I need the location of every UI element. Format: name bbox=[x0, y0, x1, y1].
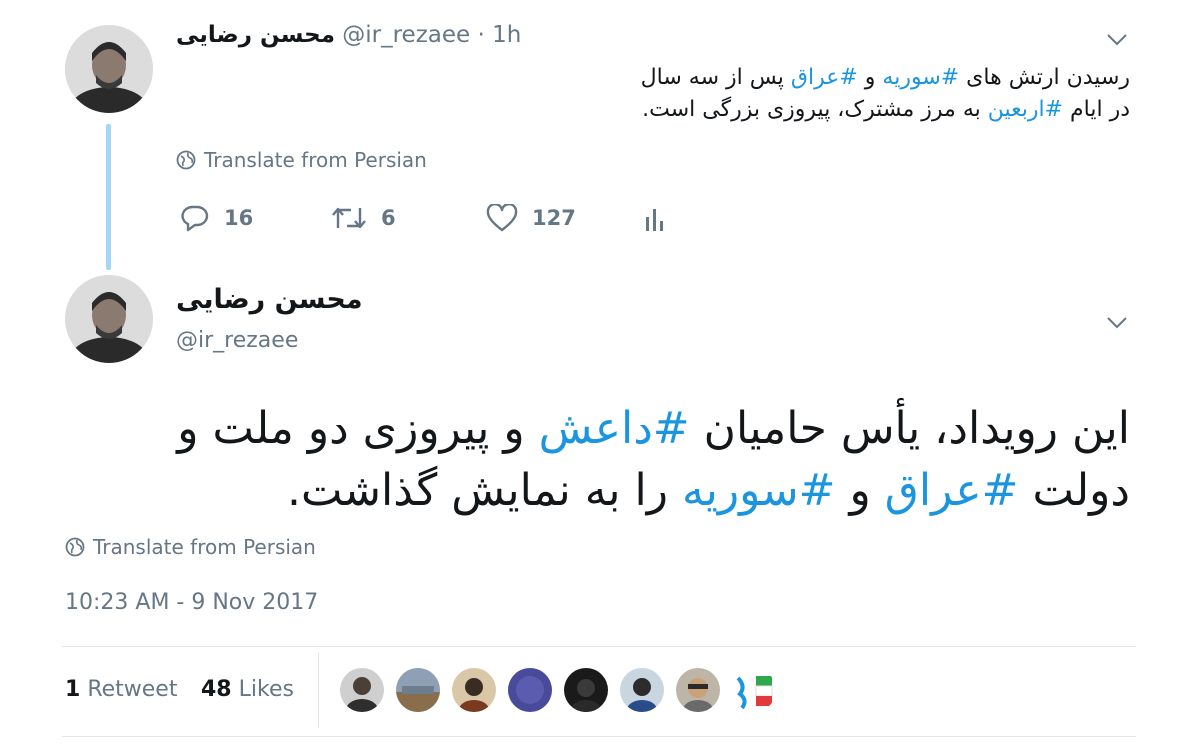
liker-avatar[interactable] bbox=[452, 668, 496, 712]
translate-link-main[interactable]: Translate from Persian bbox=[65, 535, 316, 559]
liker-avatar[interactable] bbox=[676, 668, 720, 712]
globe-icon bbox=[65, 537, 85, 557]
reply-button[interactable]: 16 bbox=[180, 204, 253, 232]
divider-bottom bbox=[62, 736, 1136, 737]
retweet-count: 6 bbox=[381, 206, 396, 230]
tweet-time[interactable]: 1h bbox=[492, 22, 521, 48]
main-tweet-text: این رویداد، یأس حامیان #داعش و پیروزی دو… bbox=[80, 398, 1130, 522]
liker-avatar[interactable] bbox=[340, 668, 384, 712]
retweet-button[interactable]: 6 bbox=[331, 204, 396, 232]
divider-top bbox=[62, 646, 1136, 647]
tweet-text-segment: رسیدن ارتش های bbox=[959, 65, 1130, 90]
tweet-text-segment: و bbox=[857, 65, 883, 90]
tweet-text-segment: به مرز مشترک، پیروزی بزرگی است. bbox=[642, 97, 988, 122]
translate-label: Translate from Persian bbox=[93, 535, 316, 559]
like-button[interactable]: 127 bbox=[486, 204, 576, 232]
author-handle-main[interactable]: @ir_rezaee bbox=[176, 328, 298, 353]
translate-label: Translate from Persian bbox=[204, 148, 427, 172]
hashtag-link[interactable]: #اربعین bbox=[988, 97, 1063, 122]
liker-avatar[interactable] bbox=[396, 668, 440, 712]
liker-avatar[interactable] bbox=[508, 668, 552, 712]
reply-count: 16 bbox=[224, 206, 254, 230]
author-name[interactable]: محسن رضایی bbox=[176, 22, 335, 48]
author-avatar[interactable] bbox=[65, 25, 153, 113]
likes-stat-count: 48 bbox=[201, 677, 232, 702]
stats-separator bbox=[318, 652, 319, 728]
retweet-icon bbox=[332, 207, 366, 229]
like-count: 127 bbox=[532, 206, 576, 230]
globe-icon bbox=[176, 150, 196, 170]
hashtag-link[interactable]: #سوریه bbox=[882, 65, 959, 90]
heart-icon bbox=[486, 204, 518, 232]
tweet-text-segment: این رویداد، یأس حامیان bbox=[689, 403, 1130, 454]
reply-icon bbox=[181, 205, 209, 232]
tweet-timestamp[interactable]: 10:23 AM - 9 Nov 2017 bbox=[65, 590, 318, 615]
reply-tweet-text: رسیدن ارتش های #سوریه و #عراق پس از سه س… bbox=[620, 62, 1130, 126]
author-name-main[interactable]: محسن رضایی bbox=[176, 284, 376, 315]
tweet-text-segment: را به نمایش گذاشت. bbox=[286, 465, 682, 516]
chevron-down-icon[interactable] bbox=[1106, 33, 1128, 47]
likes-stat-label: Likes bbox=[238, 677, 294, 702]
separator-dot: · bbox=[477, 22, 485, 48]
analytics-icon[interactable] bbox=[644, 207, 666, 233]
thread-connector-line bbox=[106, 124, 111, 270]
liker-avatar[interactable] bbox=[732, 668, 776, 712]
reply-tweet-header: محسن رضایی @ir_rezaee · 1h bbox=[176, 22, 521, 48]
author-handle[interactable]: @ir_rezaee bbox=[342, 22, 470, 48]
tweet-text-segment: و bbox=[835, 465, 885, 516]
hashtag-link[interactable]: #سوریه bbox=[682, 465, 836, 516]
chevron-down-icon[interactable] bbox=[1106, 316, 1128, 330]
hashtag-link[interactable]: #عراق bbox=[791, 65, 858, 90]
hashtag-link[interactable]: #عراق bbox=[885, 465, 1019, 516]
hashtag-link[interactable]: #داعش bbox=[539, 403, 690, 454]
translate-link[interactable]: Translate from Persian bbox=[176, 148, 427, 172]
liker-avatar[interactable] bbox=[620, 668, 664, 712]
retweet-stat[interactable]: 1 Retweet bbox=[65, 677, 177, 702]
likes-stat[interactable]: 48 Likes bbox=[201, 677, 294, 702]
author-avatar-main[interactable] bbox=[65, 275, 153, 363]
liker-avatar[interactable] bbox=[564, 668, 608, 712]
retweet-stat-label: Retweet bbox=[87, 677, 178, 702]
retweet-stat-count: 1 bbox=[65, 677, 81, 702]
